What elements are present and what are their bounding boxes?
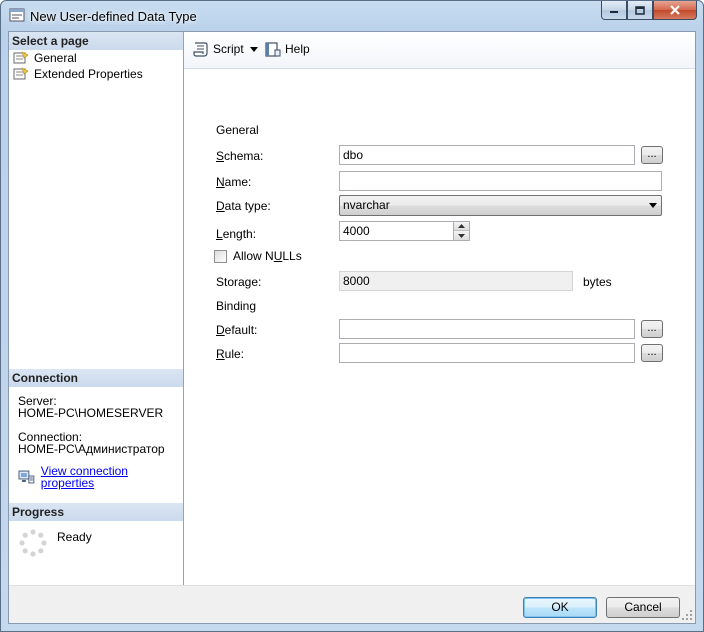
chevron-down-icon xyxy=(649,203,657,208)
storage-label: Storage: xyxy=(216,275,262,289)
page-item-extended-properties[interactable]: Extended Properties xyxy=(9,66,183,82)
length-stepper[interactable]: 4000 xyxy=(339,221,470,241)
allow-nulls-label: Allow NULLs xyxy=(233,249,302,263)
default-input[interactable] xyxy=(339,319,635,339)
page-item-label: General xyxy=(34,51,77,65)
page-properties-icon xyxy=(13,67,29,80)
allow-nulls-row[interactable]: Allow NULLs xyxy=(214,249,302,263)
script-button-label: Script xyxy=(213,42,244,56)
ok-button[interactable]: OK xyxy=(523,597,597,618)
group-divider xyxy=(264,305,662,307)
arrow-down-icon xyxy=(458,233,465,238)
progress-section: Progress Ready xyxy=(9,503,183,561)
rule-input[interactable] xyxy=(339,343,635,363)
binding-group: Binding xyxy=(216,299,662,313)
schema-input[interactable]: dbo xyxy=(339,145,635,165)
help-icon xyxy=(265,41,281,57)
data-type-label: Data type: xyxy=(216,199,271,213)
group-divider xyxy=(266,129,662,131)
data-type-select[interactable]: nvarchar xyxy=(339,195,662,216)
allow-nulls-checkbox[interactable] xyxy=(214,249,227,263)
length-value: 4000 xyxy=(343,224,370,238)
cancel-button[interactable]: Cancel xyxy=(606,597,680,618)
page-selector-panel: Select a page General Extended Propertie… xyxy=(9,32,184,585)
data-type-icon xyxy=(9,8,25,22)
connection-section: Connection Server: HOME-PC\HOMESERVER Co… xyxy=(9,369,183,489)
page-properties-icon xyxy=(13,51,29,64)
window-title: New User-defined Data Type xyxy=(30,9,197,24)
progress-spinner-icon xyxy=(19,529,47,557)
data-type-value: nvarchar xyxy=(343,198,390,212)
maximize-button[interactable] xyxy=(627,1,653,20)
title-bar[interactable]: New User-defined Data Type xyxy=(1,1,703,31)
view-connection-properties-link[interactable]: View connection properties xyxy=(41,465,183,489)
close-icon xyxy=(670,5,680,15)
storage-field: 8000 xyxy=(339,271,573,291)
minimize-icon xyxy=(610,11,618,13)
maximize-icon xyxy=(635,5,645,15)
progress-status: Ready xyxy=(57,530,92,544)
window-controls xyxy=(601,1,697,21)
schema-browse-button[interactable]: ... xyxy=(641,146,663,164)
script-icon xyxy=(193,41,208,57)
schema-label: Schema: xyxy=(216,149,264,163)
connection-properties-icon xyxy=(18,470,35,484)
close-button[interactable] xyxy=(653,1,697,20)
general-page: Script Help General Schema: dbo ... Name… xyxy=(184,32,695,585)
minimize-button[interactable] xyxy=(601,1,627,20)
select-page-header: Select a page xyxy=(9,32,183,50)
general-group: General xyxy=(216,123,662,137)
general-group-label: General xyxy=(216,123,259,137)
general-form: General Schema: dbo ... Name: Data type:… xyxy=(184,69,695,585)
server-value: HOME-PC\HOMESERVER xyxy=(18,406,164,420)
resize-grip-icon[interactable] xyxy=(681,609,693,621)
rule-browse-button[interactable]: ... xyxy=(641,344,663,362)
help-button[interactable]: Help xyxy=(264,40,310,58)
default-label: Default: xyxy=(216,323,258,337)
name-input[interactable] xyxy=(339,171,662,191)
dialog-footer: OK Cancel xyxy=(9,585,695,623)
page-item-general[interactable]: General xyxy=(9,50,183,66)
view-connection-properties[interactable]: View connection properties xyxy=(18,465,183,489)
binding-group-label: Binding xyxy=(216,299,257,313)
rule-label: Rule: xyxy=(216,347,245,361)
length-increment-button[interactable] xyxy=(454,222,469,231)
storage-unit: bytes xyxy=(583,275,612,289)
toolbar: Script Help xyxy=(184,32,695,69)
default-browse-button[interactable]: ... xyxy=(641,320,663,338)
dialog-client: Select a page General Extended Propertie… xyxy=(8,31,696,624)
length-decrement-button[interactable] xyxy=(454,231,469,240)
page-item-label: Extended Properties xyxy=(34,67,143,81)
arrow-up-icon xyxy=(458,224,465,228)
connection-value: HOME-PC\Администратор xyxy=(18,442,165,456)
script-button[interactable]: Script xyxy=(192,40,262,58)
help-button-label: Help xyxy=(285,42,310,56)
connection-header: Connection xyxy=(9,369,183,387)
script-dropdown-arrow-icon[interactable] xyxy=(249,46,258,52)
progress-header: Progress xyxy=(9,503,183,521)
length-label: Length: xyxy=(216,227,257,241)
length-spin-buttons xyxy=(453,222,469,240)
dialog-window: New User-defined Data Type Select a page xyxy=(0,0,704,632)
name-label: Name: xyxy=(216,175,252,189)
